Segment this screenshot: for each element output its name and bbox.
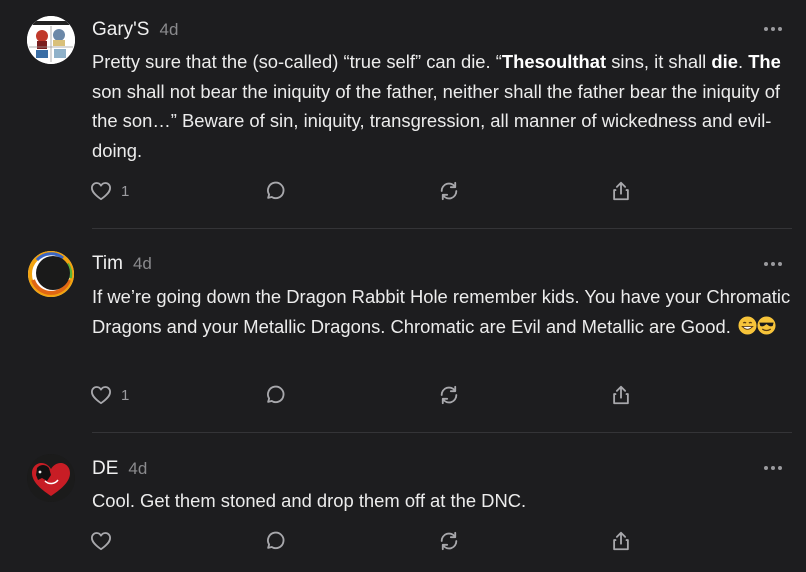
sunglasses-face-emoji [757,314,776,335]
collage-avatar [27,16,75,64]
restack-icon [440,531,458,551]
avatar[interactable] [27,16,75,64]
timestamp[interactable]: 4d [128,459,147,479]
restack-button[interactable] [438,383,460,407]
share-button[interactable] [610,383,632,407]
like-count: 1 [121,182,130,200]
heart-icon [91,386,111,405]
share-icon [613,385,629,405]
author-name[interactable]: DE [92,458,118,480]
share-button[interactable] [610,529,632,553]
comment-text: Pretty sure that the (so-called) “true s… [92,51,781,161]
like-button[interactable]: 1 [90,383,129,407]
speech-bubble-icon [267,531,285,550]
restack-icon [440,181,458,201]
action-bar [90,529,650,553]
speech-bubble-icon [267,181,285,200]
avatar[interactable] [27,250,75,298]
reply-button[interactable] [264,179,286,203]
reply-button[interactable] [264,383,286,407]
reply-button[interactable] [264,529,286,553]
more-options-icon[interactable] [764,465,782,471]
comment-text: If we’re going down the Dragon Rabbit Ho… [92,286,791,337]
share-icon [613,181,629,201]
action-bar: 1 [90,179,650,203]
avatar[interactable] [27,454,75,502]
share-button[interactable] [610,179,632,203]
like-count: 1 [121,386,130,404]
restack-button[interactable] [438,529,460,553]
like-button[interactable] [90,529,112,553]
rainbow-ring-avatar [28,251,74,297]
restack-icon [440,385,458,405]
share-icon [613,531,629,551]
author-name[interactable]: Gary'S [92,19,149,41]
dog-heart-avatar [27,454,75,502]
timestamp[interactable]: 4d [133,254,152,274]
more-options-icon[interactable] [764,26,782,32]
more-options-icon[interactable] [764,261,782,267]
heart-icon [91,182,111,201]
author-name[interactable]: Tim [92,253,123,275]
like-button[interactable]: 1 [90,179,129,203]
grinning-face-emoji [738,314,757,335]
action-bar: 1 [90,383,650,407]
timestamp[interactable]: 4d [159,20,178,40]
speech-bubble-icon [267,385,285,404]
comment-text: Cool. Get them stoned and drop them off … [92,490,527,511]
restack-button[interactable] [438,179,460,203]
divider [92,228,792,229]
heart-icon [91,532,111,551]
divider [92,432,792,433]
